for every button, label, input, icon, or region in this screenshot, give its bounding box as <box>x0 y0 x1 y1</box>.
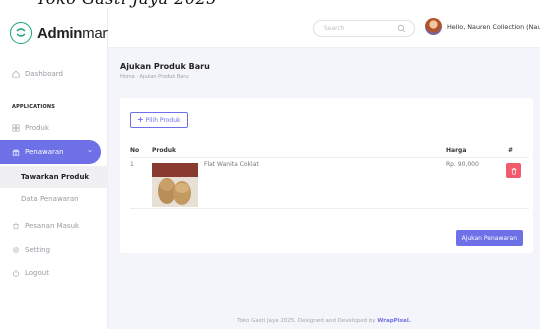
sidebar-item-label: Produk <box>25 124 50 132</box>
sidebar-item-label: Dashboard <box>25 70 63 78</box>
brand-name-light: mart <box>82 24 111 42</box>
sidebar: Adminmart Dashboard APPLICATIONS Produk … <box>0 8 111 329</box>
brand-name-bold: Admin <box>37 24 83 42</box>
sidebar-item-label: Logout <box>25 269 49 277</box>
sidebar-item-setting[interactable]: Setting <box>0 242 108 258</box>
top-strip-text: Toko Gasti Jaya 2025 <box>36 0 217 8</box>
delete-row-button[interactable] <box>506 163 521 178</box>
gear-icon <box>12 246 20 254</box>
footer: Toko Gasti Jaya 2025. Designed and Devel… <box>108 318 540 324</box>
box-icon <box>13 222 19 230</box>
product-name: Flat Wanita Coklat <box>204 161 259 168</box>
chevron-down-icon <box>88 149 92 153</box>
user-greeting: Hello, Nauren Collection (Naura) <box>447 22 540 31</box>
user-menu[interactable]: Hello, Nauren Collection (Naura) <box>425 18 540 35</box>
sidebar-item-penawaran[interactable]: Penawaran <box>0 140 101 164</box>
sidebar-subitem-tawarkan-produk[interactable]: Tawarkan Produk <box>0 166 108 188</box>
product-image <box>152 163 198 207</box>
main-content: Ajukan Produk Baru Home · Ajukan Produk … <box>108 48 540 329</box>
home-icon <box>12 70 20 78</box>
page-title: Ajukan Produk Baru <box>120 62 210 71</box>
product-table: No Produk Harga # 1 Flat Wanita Coklat R… <box>130 144 529 209</box>
sidebar-item-produk[interactable]: Produk <box>0 120 108 136</box>
column-header-price: Harga <box>446 147 467 154</box>
grid-icon <box>12 124 20 132</box>
footer-brand-link[interactable]: WrapPixel. <box>377 318 411 324</box>
column-header-product: Produk <box>152 147 177 154</box>
trash-icon <box>511 167 516 175</box>
sidebar-item-pesanan-masuk[interactable]: Pesanan Masuk <box>0 218 108 234</box>
gift-icon <box>12 149 20 156</box>
product-price: Rp. 90,000 <box>446 161 479 168</box>
column-header-no: No <box>130 147 140 154</box>
offer-form-card: + Pilih Produk No Produk Harga # 1 Flat … <box>120 98 533 253</box>
column-header-action: # <box>508 147 514 154</box>
brand-name: Adminmart <box>37 25 111 42</box>
breadcrumb: Home · Ajukan Produk Baru <box>120 74 189 80</box>
row-number: 1 <box>130 161 134 168</box>
sidebar-item-label: Setting <box>25 246 51 254</box>
search-icon[interactable] <box>397 24 406 33</box>
brand-logo[interactable]: Adminmart <box>10 18 111 48</box>
top-header: Hello, Nauren Collection (Naura) <box>108 8 540 48</box>
table-header-row: No Produk Harga # <box>130 144 529 158</box>
search-box[interactable] <box>313 20 415 37</box>
sidebar-item-label: Penawaran <box>25 148 64 156</box>
search-input[interactable] <box>324 25 394 32</box>
table-row: 1 Flat Wanita Coklat Rp. 90,000 <box>130 158 529 209</box>
smile-circle-icon <box>10 22 32 44</box>
power-icon <box>13 269 19 277</box>
pick-product-label: Pilih Produk <box>145 116 181 124</box>
sidebar-section-heading: APPLICATIONS <box>12 104 56 110</box>
pick-product-button[interactable]: + Pilih Produk <box>130 112 188 128</box>
avatar <box>425 18 442 35</box>
sidebar-subitem-data-penawaran[interactable]: Data Penawaran <box>0 188 108 210</box>
submit-offer-button[interactable]: Ajukan Penawaran <box>455 230 523 246</box>
top-strip: Toko Gasti Jaya 2025 <box>0 0 540 8</box>
plus-icon: + <box>137 115 144 124</box>
sidebar-item-label: Pesanan Masuk <box>25 222 80 230</box>
sidebar-item-dashboard[interactable]: Dashboard <box>0 66 108 82</box>
sidebar-item-logout[interactable]: Logout <box>0 265 108 281</box>
footer-text: Toko Gasti Jaya 2025. Designed and Devel… <box>237 318 378 324</box>
